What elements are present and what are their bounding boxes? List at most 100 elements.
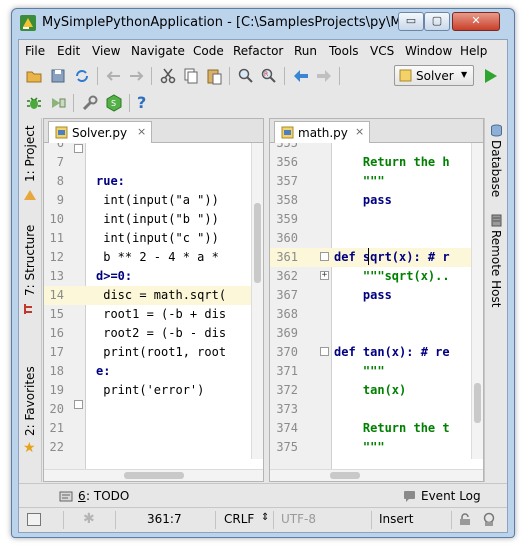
menu-file[interactable]: File	[25, 44, 45, 58]
event-log-button[interactable]: Event Log	[403, 487, 493, 505]
code-line: 369	[276, 326, 298, 340]
code-line: 375 """	[276, 440, 385, 454]
menu-view[interactable]: View	[92, 44, 120, 58]
favorites-tool-label: 2: Favorites	[23, 366, 37, 436]
tab-math-py[interactable]: math.py ×	[274, 121, 370, 143]
save-icon[interactable]	[49, 67, 67, 85]
insert-mode[interactable]: Insert	[379, 512, 413, 526]
code-line: 373	[276, 402, 298, 416]
fold-marker-icon[interactable]	[320, 347, 329, 356]
inspector-icon[interactable]	[482, 512, 496, 527]
python-config-icon	[399, 69, 412, 82]
file-encoding[interactable]: UTF-8	[281, 512, 316, 526]
remote-host-tool-tab[interactable]: Remote Host	[485, 210, 508, 320]
code-line: 372 tan(x)	[276, 383, 407, 397]
sdk-icon[interactable]: S	[105, 94, 123, 112]
replace-icon[interactable]: R	[260, 67, 278, 85]
code-line: 360	[276, 231, 298, 245]
window-title: MySimplePythonApplication - [C:\SamplesP…	[42, 15, 420, 30]
horizontal-scrollbar[interactable]	[44, 469, 263, 481]
find-icon[interactable]	[237, 67, 255, 85]
code-line: 371 """	[276, 364, 385, 378]
copy-icon[interactable]	[182, 67, 200, 85]
close-tab-icon[interactable]: ×	[137, 125, 146, 138]
database-tool-tab[interactable]: Database	[485, 120, 508, 210]
close-tab-icon[interactable]: ×	[355, 125, 364, 138]
tool-windows-toggle-icon[interactable]	[27, 513, 41, 526]
code-line: 367 pass	[276, 288, 392, 302]
paste-icon[interactable]	[205, 67, 223, 85]
python-file-icon	[55, 126, 68, 139]
debug-icon[interactable]	[25, 94, 43, 112]
structure-icon	[24, 304, 32, 314]
menu-tools[interactable]: Tools	[329, 44, 359, 58]
project-tool-tab[interactable]: 1: Project	[19, 120, 42, 208]
close-button[interactable]: ✕	[452, 12, 500, 31]
remote-host-tool-label: Remote Host	[489, 230, 503, 308]
chevron-updown-icon: ⇕	[261, 512, 270, 523]
code-line: 368	[276, 307, 298, 321]
todo-shortcut: 6	[78, 489, 86, 503]
tab-solver-py[interactable]: Solver.py ×	[48, 121, 152, 143]
synchronize-icon[interactable]	[73, 67, 91, 85]
toolbar-separator	[73, 94, 74, 112]
horizontal-scrollbar[interactable]	[270, 469, 483, 481]
menu-code[interactable]: Code	[193, 44, 224, 58]
caret-position[interactable]: 361:7	[147, 512, 182, 526]
server-icon	[491, 214, 502, 227]
code-line: 374 Return the t	[276, 421, 450, 435]
code-line: 355	[276, 143, 298, 150]
vertical-scrollbar[interactable]	[471, 143, 483, 459]
menu-help[interactable]: Help	[460, 44, 487, 58]
lock-icon[interactable]	[459, 513, 471, 526]
code-line: 22	[49, 440, 64, 454]
project-tool-label: 1: Project	[23, 125, 37, 182]
code-line: 19 print('error')	[49, 383, 205, 397]
back-icon[interactable]	[292, 67, 310, 85]
fold-marker-icon[interactable]	[74, 144, 83, 153]
menu-edit[interactable]: Edit	[57, 44, 80, 58]
forward-icon[interactable]	[315, 67, 333, 85]
fold-marker-icon[interactable]	[320, 252, 329, 261]
menu-window[interactable]: Window	[405, 44, 452, 58]
run-configuration-select[interactable]: Solver ▼	[394, 65, 474, 86]
structure-tool-tab[interactable]: 7: Structure	[19, 225, 42, 328]
code-line: 13 d>=0:	[49, 269, 133, 283]
left-tool-strip: 1: Project 7: Structure 2: Favorites ★	[19, 118, 42, 482]
minimize-button[interactable]: ▭	[398, 12, 424, 31]
menu-refactor[interactable]: Refactor	[233, 44, 283, 58]
favorites-tool-tab[interactable]: 2: Favorites ★	[19, 366, 42, 466]
title-bar[interactable]: MySimplePythonApplication - [C:\SamplesP…	[12, 9, 514, 37]
code-line: 15 root1 = (-b + dis	[49, 307, 227, 321]
expand-fold-icon[interactable]: +	[320, 271, 329, 280]
todo-tool-button[interactable]: 6 : TODO	[59, 487, 139, 505]
line-separator-select[interactable]: CRLF	[224, 512, 254, 526]
run-icon[interactable]	[481, 67, 499, 85]
svg-text:R: R	[264, 71, 268, 78]
code-line: 11 int(input("c "))	[49, 231, 219, 245]
undo-icon[interactable]	[105, 67, 123, 85]
open-folder-icon[interactable]	[25, 67, 43, 85]
toolbar-separator	[229, 67, 230, 85]
code-line: 359	[276, 212, 298, 226]
code-line: 358 pass	[276, 193, 392, 207]
menu-run[interactable]: Run	[294, 44, 317, 58]
settings-icon[interactable]	[81, 94, 99, 112]
secondary-toolbar: S ?	[19, 90, 507, 116]
menu-vcs[interactable]: VCS	[370, 44, 394, 58]
code-area[interactable]: 355 356 Return the h 357 """ 358 pass 35…	[270, 143, 483, 481]
pycharm-app-icon	[20, 15, 36, 31]
fold-marker-icon[interactable]	[74, 400, 83, 409]
text-caret	[368, 248, 369, 265]
editor-solver: Solver.py × 6 7 8 rue: 9 int(input("a "))…	[43, 118, 264, 482]
redo-icon[interactable]	[127, 67, 145, 85]
editor-math: math.py × 355 356 Return the h 357 """ 3…	[269, 118, 484, 482]
help-icon[interactable]: ?	[137, 93, 155, 112]
coverage-icon[interactable]	[49, 94, 67, 112]
menu-navigate[interactable]: Navigate	[131, 44, 185, 58]
code-line: 357 """	[276, 174, 385, 188]
cut-icon[interactable]	[159, 67, 177, 85]
vertical-scrollbar[interactable]	[251, 143, 263, 459]
maximize-button[interactable]: ▢	[424, 12, 450, 31]
code-area[interactable]: 6 7 8 rue: 9 int(input("a ")) 10 int(inpu…	[44, 143, 263, 481]
